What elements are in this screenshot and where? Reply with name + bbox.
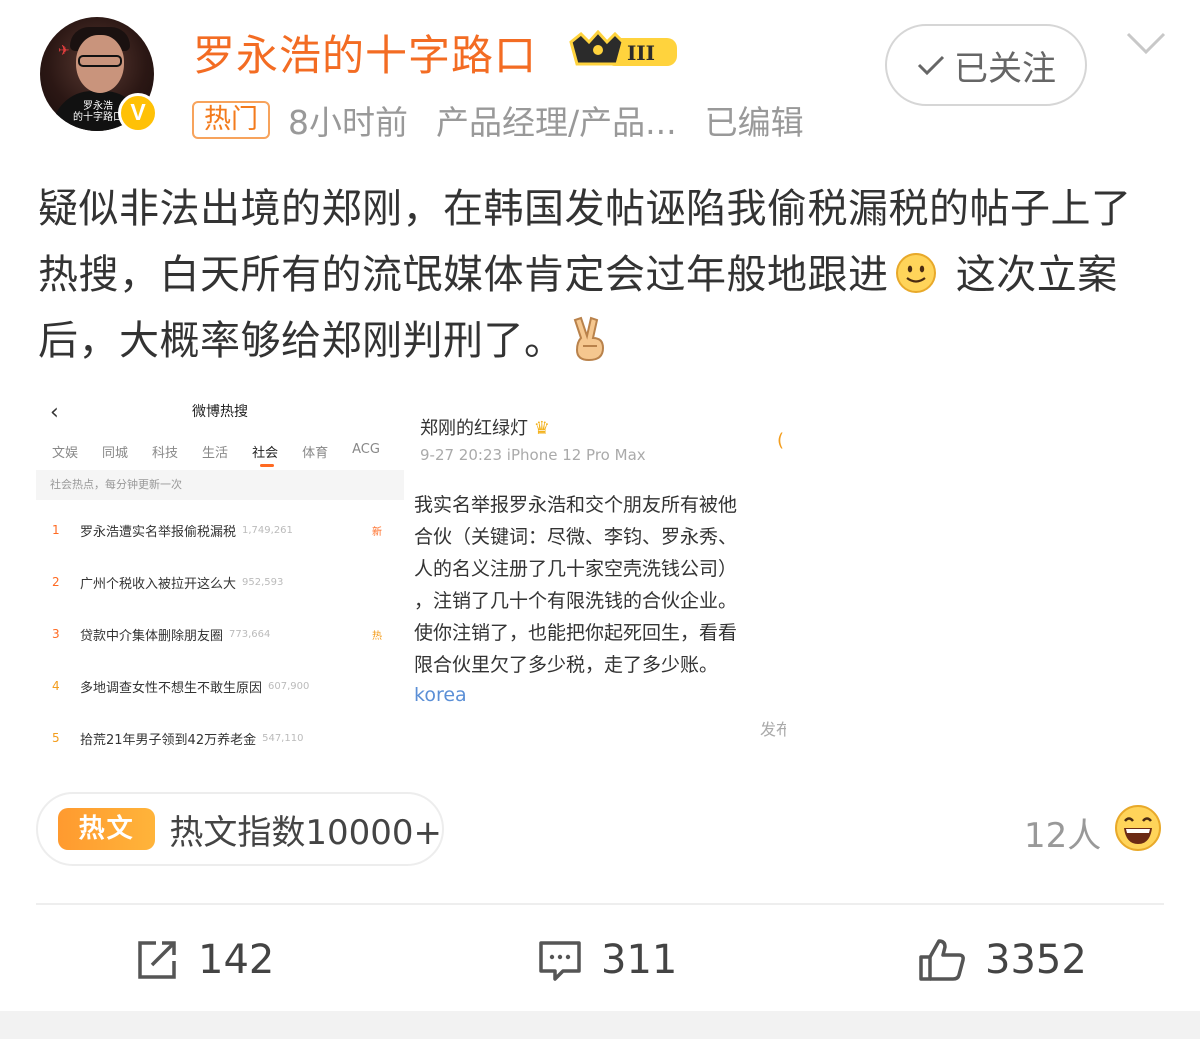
follow-button[interactable]: 已关注 (885, 24, 1087, 106)
post-time: 8小时前 (288, 103, 408, 142)
screenshot-line: 使你注销了，也能把你起死回生，看看 (414, 622, 738, 644)
tab-tech: 科技 (152, 446, 179, 461)
row-heat: 952,593 (242, 576, 284, 588)
hot-search-tabs: 文娱 同城 科技 生活 社会 体育 ACG (52, 442, 404, 467)
rank: 2 (52, 575, 60, 589)
like-button[interactable]: 3352 (917, 930, 1087, 990)
avatar-glasses (78, 55, 122, 67)
screenshot-line: 我实名举报罗永浩和交个朋友所有被他 (414, 494, 738, 516)
row-title: 罗永浩遭实名举报偷税漏税 (80, 524, 237, 540)
hot-search-row: 5 拾荒21年男子领到42万养老金 547,110 (52, 726, 392, 750)
comment-icon (539, 941, 581, 981)
tab-life: 生活 (202, 446, 229, 461)
laughing-emoji-icon[interactable] (1114, 804, 1162, 852)
smile-emoji-icon (895, 253, 936, 293)
hot-tag: 热 (372, 630, 382, 642)
row-heat: 607,900 (268, 680, 310, 692)
reaction-count[interactable]: 12人 (1024, 808, 1101, 857)
tab-local: 同城 (102, 446, 129, 461)
comment-button[interactable]: 311 (537, 930, 677, 990)
screenshot-footer: 发布 (760, 720, 786, 739)
row-heat: 547,110 (262, 732, 304, 744)
hot-search-subtitle: 社会热点，每分钟更新一次 (36, 470, 404, 500)
divider (36, 903, 1164, 905)
thumbs-up-icon (919, 939, 965, 981)
crown-rank-badge-icon: III (569, 30, 677, 66)
bottom-bar (0, 1011, 1200, 1039)
hot-article-badge: 热文 (58, 808, 156, 850)
hot-article-index-button[interactable]: 热文 热文指数10000+ (36, 792, 444, 866)
hot-search-title: 微博热搜 (192, 404, 248, 420)
screenshot-line: ，注销了几十个有限洗钱的合伙企业。 (414, 590, 738, 612)
plane-icon: ✈ (58, 43, 70, 59)
screenshot-line: 合伙（关键词：尽微、李钧、罗永秀、 (414, 526, 738, 548)
screenshot-author-name: 郑刚的红绿灯 (420, 418, 528, 439)
rank: 4 (52, 679, 60, 693)
row-heat: 773,664 (229, 628, 271, 640)
post-text: 疑似非法出境的郑刚，在韩国发帖诬陷我偷税漏税的帖子上了热搜，白天所有的流氓媒体肯… (38, 176, 1168, 374)
post-source[interactable]: 产品经理/产品... (436, 96, 677, 144)
post-meta: 热门 8小时前 产品经理/产品... 已编辑 (192, 100, 804, 142)
repost-button[interactable]: 142 (134, 930, 274, 990)
check-icon (917, 55, 945, 76)
victory-hand-emoji-icon (573, 316, 604, 362)
bracket-icon: ( (776, 430, 784, 451)
screenshot-link: korea (414, 684, 467, 706)
row-heat: 1,749,261 (242, 524, 293, 536)
like-count: 3352 (985, 937, 1087, 983)
repost-count: 142 (198, 937, 275, 983)
tab-acg: ACG (352, 442, 380, 457)
row-title: 多地调查女性不想生不敢生原因 (80, 680, 263, 696)
screenshot-time-device: 9-27 20:23 iPhone 12 Pro Max (420, 446, 646, 464)
hot-search-row: 2 广州个税收入被拉开这么大 952,593 (52, 570, 392, 594)
screenshot-author: 郑刚的红绿灯 ♛ (420, 414, 550, 440)
post-screenshot-image[interactable]: 郑刚的红绿灯 ♛ 9-27 20:23 iPhone 12 Pro Max ( … (414, 400, 786, 756)
new-tag: 新 (372, 526, 382, 538)
hot-search-row: 4 多地调查女性不想生不敢生原因 607,900 (52, 674, 392, 698)
row-title: 广州个税收入被拉开这么大 (80, 576, 237, 592)
author-name[interactable]: 罗永浩的十字路口 (193, 22, 537, 83)
rank: 3 (52, 627, 60, 641)
screenshot-line: 限合伙里欠了多少税，走了多少账。 (414, 654, 719, 676)
hot-tag-badge: 热门 (192, 101, 270, 139)
hot-search-screenshot-image[interactable]: ‹ 微博热搜 文娱 同城 科技 生活 社会 体育 ACG 社会热点，每分钟更新一… (36, 386, 404, 756)
crown-emoji-icon: ♛ (533, 418, 550, 439)
rank: 5 (52, 731, 60, 745)
screenshot-line: 人的名义注册了几十家空壳洗钱公司） (414, 558, 738, 580)
chevron-down-icon[interactable] (1124, 28, 1168, 58)
verified-badge-icon: V (118, 93, 158, 133)
svg-text:III: III (627, 41, 655, 65)
hot-search-row: 1 罗永浩遭实名举报偷税漏税 1,749,261 新 (52, 518, 392, 542)
comment-count: 311 (601, 937, 678, 983)
hot-search-row: 3 贷款中介集体删除朋友圈 773,664 热 (52, 622, 392, 646)
follow-label: 已关注 (954, 48, 1056, 89)
hot-article-value: 热文指数10000+ (169, 812, 442, 853)
tab-sports: 体育 (302, 446, 329, 461)
row-title: 拾荒21年男子领到42万养老金 (80, 732, 257, 748)
tab-entertainment: 文娱 (52, 446, 79, 461)
tab-society: 社会 (252, 442, 278, 467)
repost-icon (138, 941, 176, 979)
row-title: 贷款中介集体删除朋友圈 (80, 628, 224, 644)
rank: 1 (52, 523, 60, 537)
edited-label[interactable]: 已编辑 (705, 96, 804, 144)
